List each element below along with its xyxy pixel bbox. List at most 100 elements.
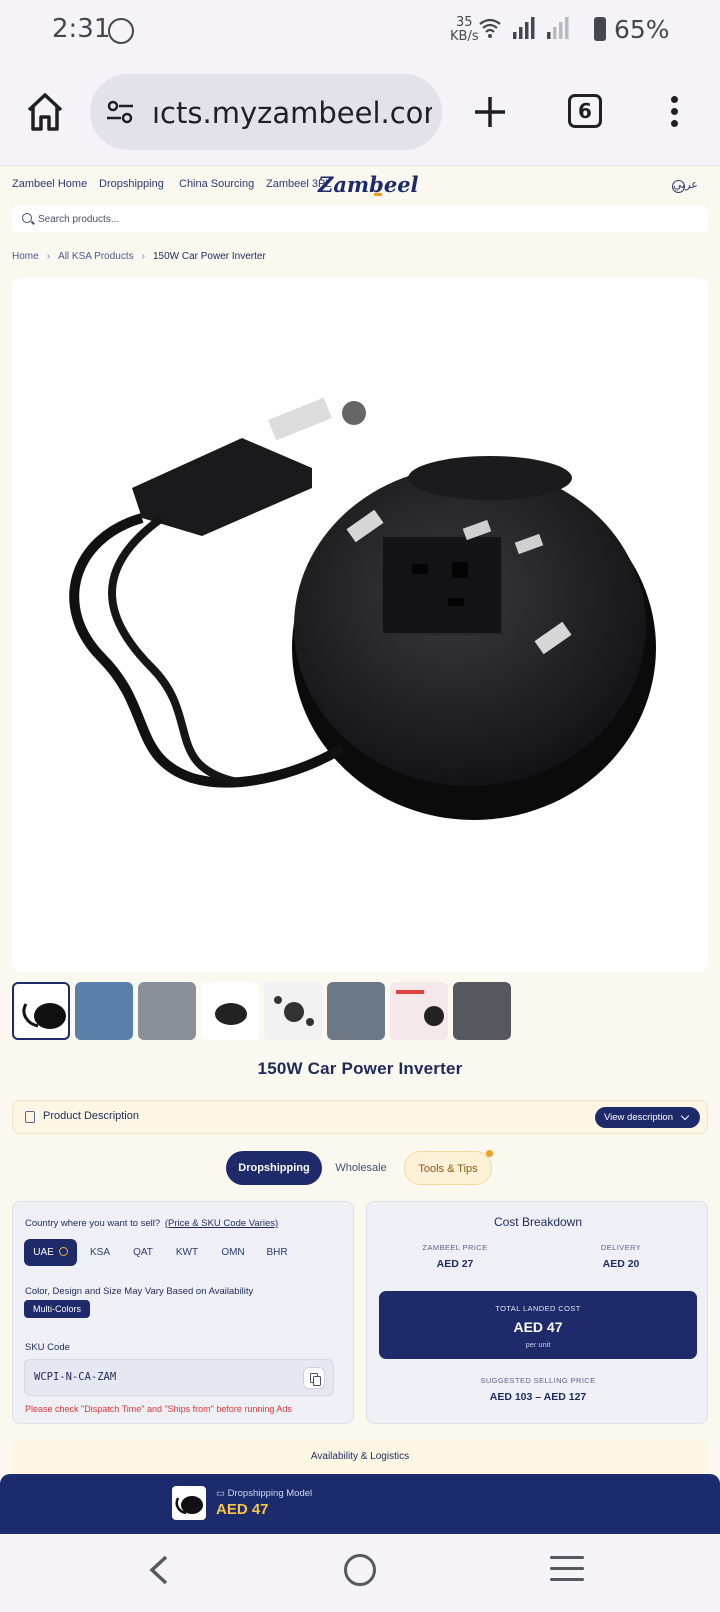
- breadcrumb-current: 150W Car Power Inverter: [152, 251, 266, 262]
- cost-breakdown-title: Cost Breakdown: [493, 1215, 583, 1229]
- product-title: 150W Car Power Inverter: [257, 1059, 463, 1078]
- check-circle-icon: [58, 1247, 68, 1256]
- thumbnail[interactable]: [327, 982, 385, 1040]
- chevron-right-icon: ›: [46, 251, 51, 262]
- price-sku-note: (Price & SKU Code Varies): [164, 1218, 279, 1229]
- signal-2-icon: [547, 17, 569, 39]
- browser-chrome: 2:31 35 KB/s 65% ıcts.myzambeel.com 6: [0, 0, 720, 166]
- country-qat[interactable]: QAT: [126, 1239, 160, 1266]
- zambeel-price-value: AED 27: [436, 1258, 474, 1270]
- thumbnail[interactable]: [75, 982, 133, 1040]
- whatsapp-icon: [108, 18, 134, 44]
- nav-link-home[interactable]: Zambeel Home: [12, 178, 87, 190]
- breadcrumb-category[interactable]: All KSA Products: [58, 251, 134, 262]
- sticky-model-text: Dropshipping Model: [227, 1488, 313, 1499]
- globe-icon[interactable]: [672, 180, 685, 193]
- site-logo[interactable]: Zambeel: [318, 172, 419, 197]
- sku-label: SKU Code: [25, 1342, 70, 1353]
- thumbnail[interactable]: [453, 982, 511, 1040]
- recent-apps-icon[interactable]: [550, 1556, 584, 1584]
- battery-icon: [594, 17, 606, 41]
- search-bar: [12, 206, 708, 232]
- sku-value: WCPI-N-CA-ZAM: [34, 1371, 117, 1383]
- product-description-bar: Product Description View description: [12, 1100, 708, 1134]
- tab-wholesale[interactable]: Wholesale: [326, 1151, 396, 1185]
- document-icon: [25, 1111, 35, 1123]
- sku-field: WCPI-N-CA-ZAM: [24, 1359, 334, 1396]
- country-omn[interactable]: OMN: [215, 1239, 251, 1266]
- cost-breakdown-card: Cost Breakdown ZAMBEEL PRICE AED 27 DELI…: [366, 1201, 708, 1424]
- thumbnail[interactable]: [12, 982, 70, 1040]
- product-description-label: Product Description: [43, 1110, 139, 1122]
- status-time: 2:31: [52, 14, 111, 44]
- search-input[interactable]: [38, 210, 638, 228]
- delivery-price: DELIVERY AED 20: [545, 1236, 697, 1276]
- dispatch-warning: Please check "Dispatch Time" and "Ships …: [25, 1404, 292, 1414]
- delivery-value: AED 20: [602, 1258, 640, 1270]
- country-ksa[interactable]: KSA: [83, 1239, 117, 1266]
- delivery-label: DELIVERY: [600, 1243, 642, 1252]
- zambeel-price: ZAMBEEL PRICE AED 27: [379, 1236, 531, 1276]
- car-inverter-image: [69, 397, 656, 820]
- status-bar: 2:31 35 KB/s 65%: [0, 0, 720, 62]
- breadcrumb-home[interactable]: Home: [12, 251, 39, 262]
- sticky-product-thumbnail: [172, 1486, 206, 1520]
- view-description-button[interactable]: View description: [595, 1107, 700, 1128]
- country-kwt[interactable]: KWT: [170, 1239, 204, 1266]
- suggested-selling-price: SUGGESTED SELLING PRICE AED 103 – AED 12…: [379, 1368, 697, 1414]
- overflow-menu-icon[interactable]: [668, 96, 680, 130]
- new-tab-icon[interactable]: [472, 94, 508, 130]
- network-speed-unit: KB/s: [450, 29, 479, 44]
- back-icon[interactable]: [144, 1554, 176, 1586]
- notification-dot: [486, 1150, 493, 1157]
- zambeel-price-label: ZAMBEEL PRICE: [422, 1243, 488, 1252]
- selling-options-card: Country where you want to sell? (Price &…: [12, 1201, 354, 1424]
- total-value: AED 47: [513, 1319, 563, 1335]
- variation-note: Color, Design and Size May Vary Based on…: [25, 1286, 254, 1297]
- wifi-icon: [479, 18, 501, 38]
- suggested-value: AED 103 – AED 127: [489, 1391, 587, 1403]
- variant-badge[interactable]: Multi-Colors: [24, 1300, 90, 1318]
- total-label: TOTAL LANDED COST: [495, 1304, 581, 1313]
- tab-switcher-button[interactable]: 6: [568, 94, 602, 128]
- thumbnail[interactable]: [264, 982, 322, 1040]
- country-question-text: Country where you want to sell?: [25, 1218, 161, 1229]
- thumbnail[interactable]: [201, 982, 259, 1040]
- country-question: Country where you want to sell? (Price &…: [25, 1218, 278, 1229]
- system-nav-bar: [0, 1534, 720, 1612]
- battery-percent: 65%: [614, 15, 670, 44]
- suggested-label: SUGGESTED SELLING PRICE: [480, 1376, 596, 1385]
- country-bhr[interactable]: BHR: [260, 1239, 294, 1266]
- site-nav: Zambeel Home Dropshipping China Sourcing…: [0, 168, 720, 202]
- per-unit-label: per unit: [525, 1340, 551, 1349]
- sticky-price-bar: ▭ Dropshipping Model AED 47: [0, 1474, 720, 1534]
- tab-tools-tips[interactable]: Tools & Tips: [404, 1151, 492, 1185]
- view-description-label: View description: [604, 1112, 674, 1123]
- calendar-icon: ▭: [216, 1488, 225, 1499]
- product-main-image[interactable]: [12, 278, 708, 972]
- signal-icon: [513, 17, 535, 39]
- home-icon[interactable]: [26, 92, 64, 132]
- network-speed-value: 35: [456, 15, 473, 30]
- nav-link-dropshipping[interactable]: Dropshipping: [99, 178, 164, 190]
- copy-sku-button[interactable]: [303, 1367, 325, 1389]
- network-speed: 35 KB/s: [450, 16, 479, 44]
- country-label: UAE: [33, 1247, 54, 1258]
- tab-dropshipping[interactable]: Dropshipping: [226, 1151, 322, 1185]
- thumbnail[interactable]: [138, 982, 196, 1040]
- url-text[interactable]: ıcts.myzambeel.com: [152, 96, 432, 130]
- breadcrumb: Home › All KSA Products › 150W Car Power Inv…: [12, 251, 266, 262]
- nav-link-china-sourcing[interactable]: China Sourcing: [179, 178, 254, 190]
- thumbnail[interactable]: [390, 982, 448, 1040]
- site-settings-icon[interactable]: [105, 98, 135, 126]
- logo-accent: [374, 193, 382, 196]
- chevron-right-icon: ›: [141, 251, 145, 262]
- chevron-down-icon: [680, 1111, 690, 1121]
- home-circle-icon[interactable]: [344, 1554, 376, 1586]
- search-icon: [22, 213, 32, 223]
- availability-logistics-header[interactable]: Availability & Logistics: [12, 1440, 708, 1474]
- sticky-price: AED 47: [216, 1501, 269, 1518]
- total-landed-cost: TOTAL LANDED COST AED 47 per unit: [379, 1291, 697, 1359]
- sticky-model-label: ▭ Dropshipping Model: [216, 1488, 312, 1499]
- country-uae[interactable]: UAE: [24, 1239, 77, 1266]
